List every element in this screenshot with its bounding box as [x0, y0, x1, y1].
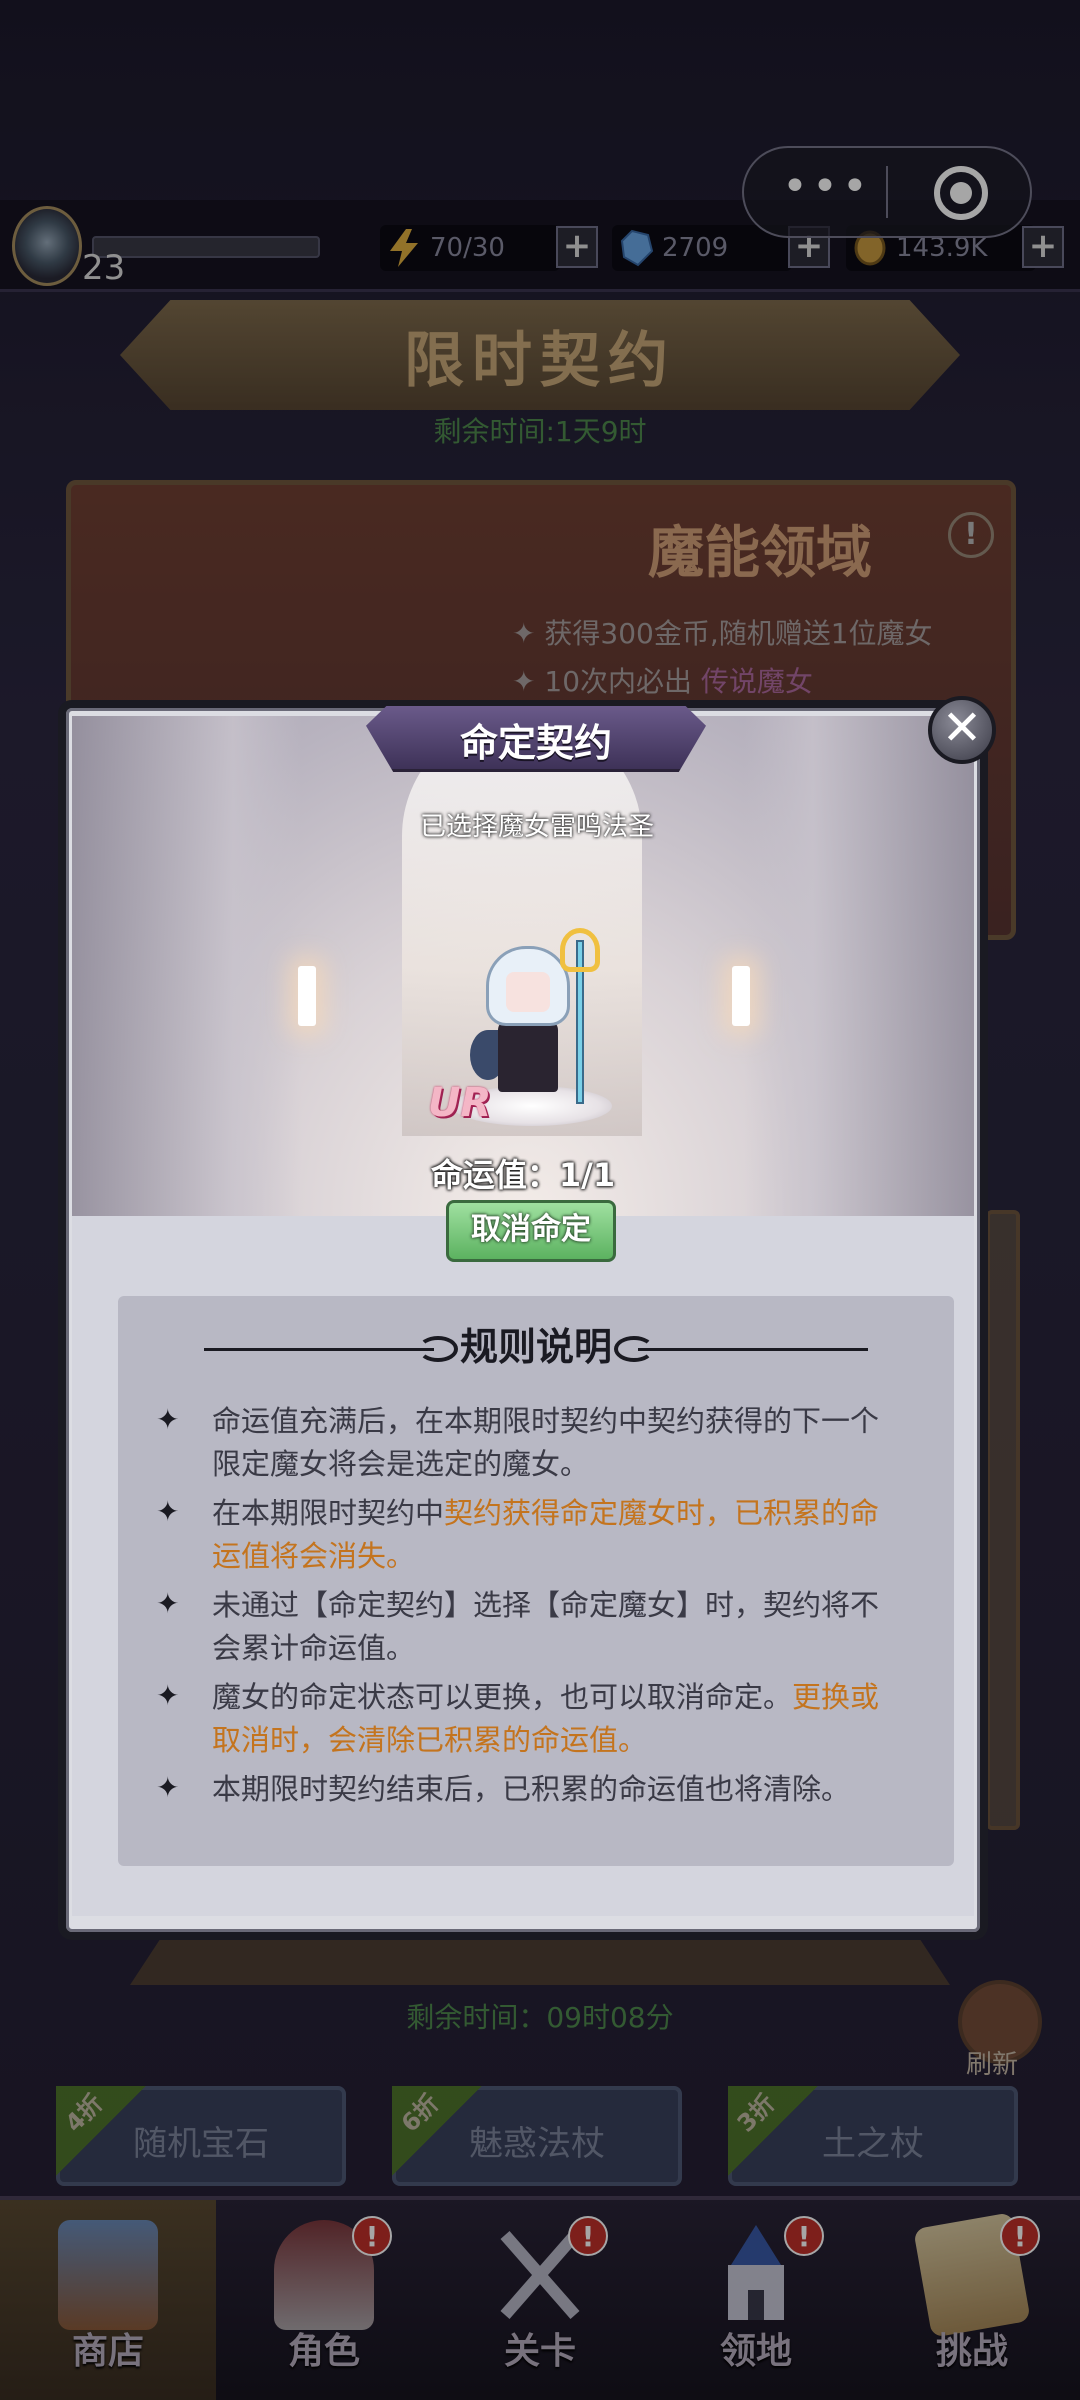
character-body	[498, 1020, 558, 1092]
rule-item: ✦ 在本期限时契约中契约获得命定魔女时，已积累的命运值将会消失。	[156, 1495, 880, 1573]
rule-item: ✦ 魔女的命定状态可以更换，也可以取消命定。更换或取消时，会清除已积累的命运值。	[156, 1679, 880, 1757]
rarity-badge: UR	[428, 1080, 492, 1126]
rules-list[interactable]: ✦ 命运值充满后，在本期限时契约中契约获得的下一个限定魔女将会是选定的魔女。 ✦ 在…	[156, 1400, 896, 1830]
rules-heading: 规则说明	[118, 1316, 954, 1376]
rule-item: ✦ 命运值充满后，在本期限时契约中契约获得的下一个限定魔女将会是选定的魔女。	[156, 1403, 880, 1481]
rule-item: ✦ 未通过【命定契约】选择【命定魔女】时，契约将不会累计命运值。	[156, 1587, 880, 1665]
character-face	[506, 972, 550, 1012]
dialog-title: 命定契约	[459, 721, 612, 765]
selected-witch-label: 已选择魔女雷鸣法圣	[419, 812, 654, 842]
cancel-fate-button[interactable]: 取消命定	[446, 1200, 616, 1262]
rules-title: 规则说明	[459, 1325, 612, 1369]
rule-item: ✦ 本期限时契约结束后，已积累的命运值也将清除。	[156, 1771, 851, 1806]
close-icon[interactable]: ✕	[928, 696, 996, 764]
staff-head	[560, 928, 600, 972]
fate-value: 命运值：1/1	[430, 1156, 616, 1194]
